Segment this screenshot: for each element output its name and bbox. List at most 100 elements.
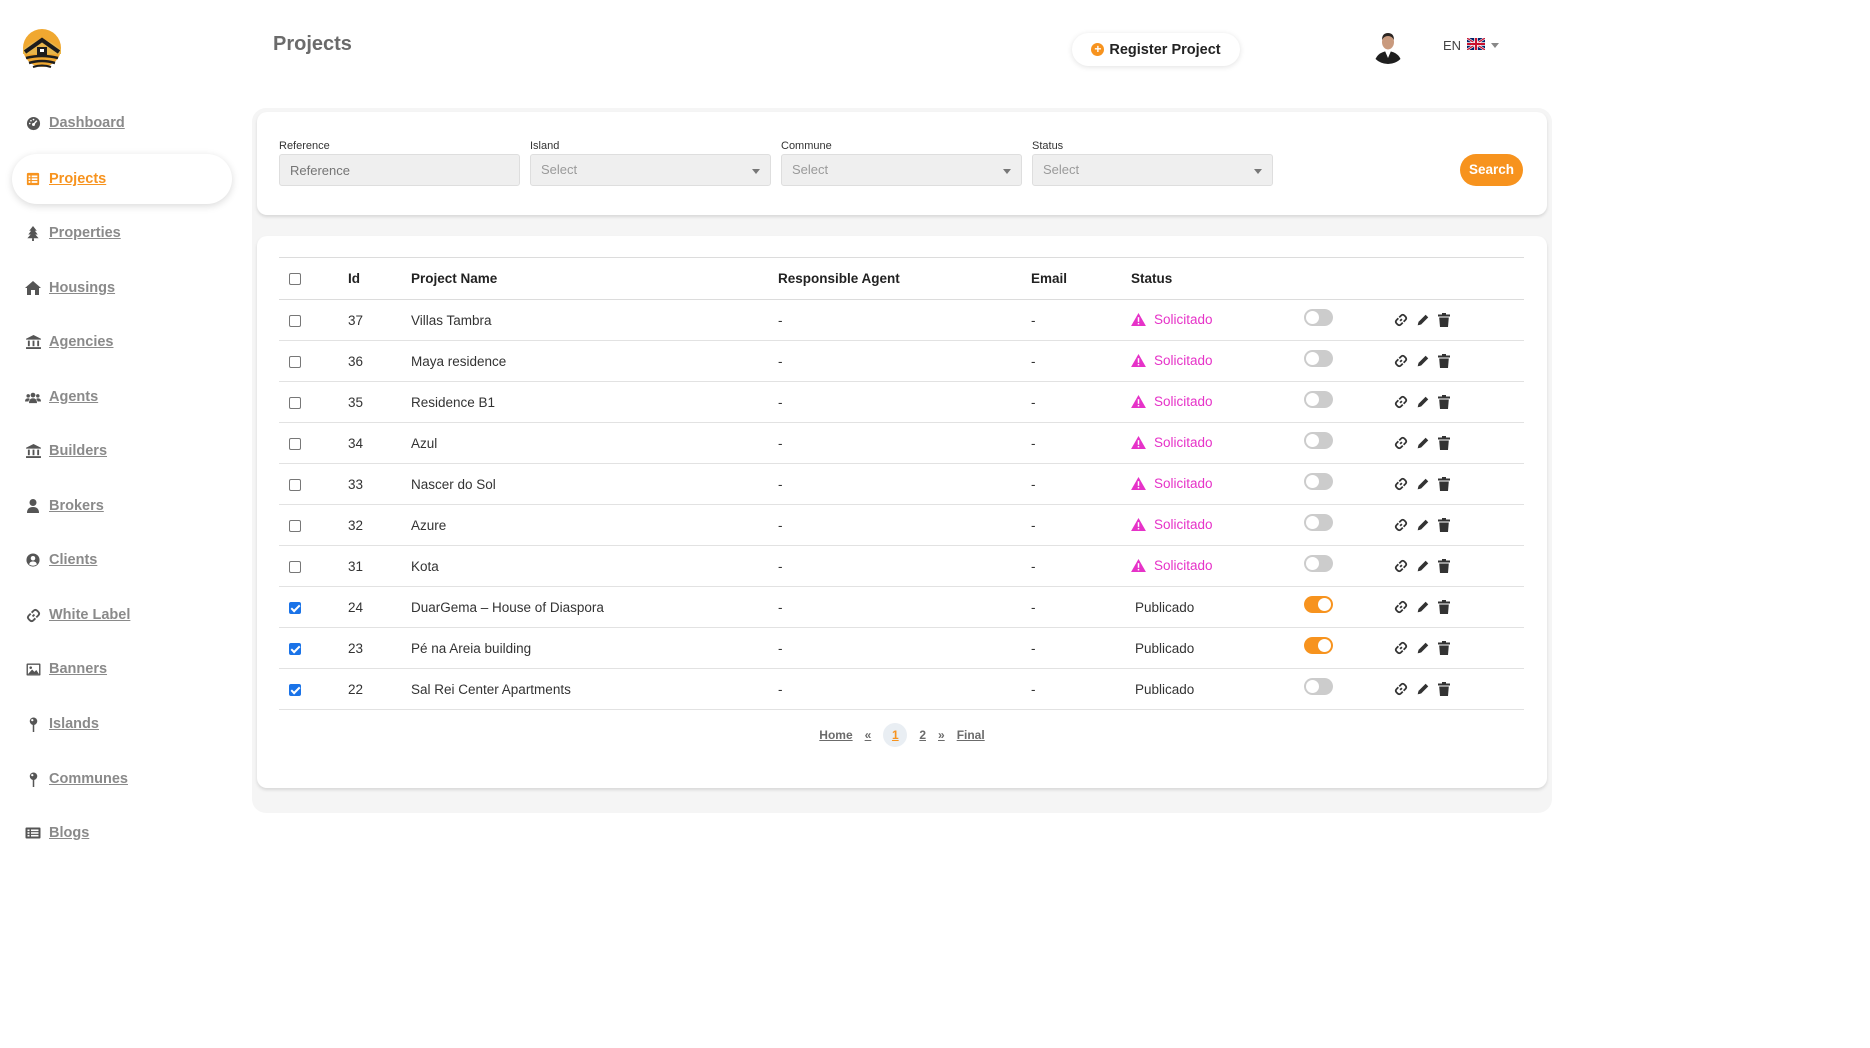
link-icon[interactable] bbox=[1394, 477, 1408, 491]
row-actions bbox=[1394, 313, 1524, 327]
link-icon[interactable] bbox=[1394, 559, 1408, 573]
sidebar-item-label: Banners bbox=[49, 661, 108, 677]
trash-icon[interactable] bbox=[1438, 354, 1450, 368]
select-all-checkbox[interactable] bbox=[289, 273, 301, 286]
pagination-prev[interactable]: « bbox=[865, 728, 872, 742]
sidebar-item-housings[interactable]: Housings bbox=[12, 263, 232, 313]
row-checkbox[interactable] bbox=[289, 437, 301, 450]
pencil-icon[interactable] bbox=[1416, 354, 1430, 368]
sidebar-item-brokers[interactable]: Brokers bbox=[12, 481, 232, 531]
sidebar-item-communes[interactable]: Communes bbox=[12, 754, 232, 804]
trash-icon[interactable] bbox=[1438, 518, 1450, 532]
language-code: EN bbox=[1443, 38, 1462, 53]
sidebar-item-blogs[interactable]: Blogs bbox=[12, 808, 232, 858]
trash-icon[interactable] bbox=[1438, 477, 1450, 491]
link-icon[interactable] bbox=[1394, 518, 1408, 532]
row-checkbox[interactable] bbox=[289, 314, 301, 327]
pagination-next[interactable]: » bbox=[938, 728, 945, 742]
pagination-home[interactable]: Home bbox=[819, 728, 852, 742]
pencil-icon[interactable] bbox=[1416, 518, 1430, 532]
publish-toggle[interactable] bbox=[1304, 514, 1333, 532]
row-checkbox[interactable] bbox=[289, 642, 301, 655]
row-checkbox[interactable] bbox=[289, 355, 301, 368]
pencil-icon[interactable] bbox=[1416, 395, 1430, 409]
pencil-icon[interactable] bbox=[1416, 641, 1430, 655]
link-icon[interactable] bbox=[1394, 641, 1408, 655]
sidebar-item-white-label[interactable]: White Label bbox=[12, 590, 232, 640]
status-select[interactable]: Select bbox=[1032, 154, 1273, 186]
trash-icon[interactable] bbox=[1438, 436, 1450, 450]
row-email: - bbox=[1031, 381, 1131, 423]
publish-toggle[interactable] bbox=[1304, 350, 1333, 368]
commune-select[interactable]: Select bbox=[781, 154, 1022, 186]
publish-toggle[interactable] bbox=[1304, 309, 1333, 327]
language-selector[interactable]: EN bbox=[1443, 37, 1500, 53]
island-select[interactable]: Select bbox=[530, 154, 771, 186]
row-checkbox[interactable] bbox=[289, 478, 301, 491]
pencil-icon[interactable] bbox=[1416, 600, 1430, 614]
publish-toggle[interactable] bbox=[1304, 596, 1333, 614]
trash-icon[interactable] bbox=[1438, 395, 1450, 409]
link-icon[interactable] bbox=[1394, 395, 1408, 409]
sidebar-item-islands[interactable]: Islands bbox=[12, 699, 232, 749]
pagination-final[interactable]: Final bbox=[957, 728, 985, 742]
reference-input[interactable] bbox=[279, 154, 520, 186]
row-actions bbox=[1394, 641, 1524, 655]
link-icon[interactable] bbox=[1394, 313, 1408, 327]
row-id: 22 bbox=[348, 668, 411, 710]
publish-toggle[interactable] bbox=[1304, 473, 1333, 491]
sidebar-item-builders[interactable]: Builders bbox=[12, 426, 232, 476]
sidebar-item-agents[interactable]: Agents bbox=[12, 372, 232, 422]
brand-logo[interactable] bbox=[20, 28, 64, 70]
row-actions bbox=[1394, 559, 1524, 573]
row-status-cell: Publicado bbox=[1131, 627, 1304, 669]
sidebar-item-clients[interactable]: Clients bbox=[12, 535, 232, 585]
row-checkbox[interactable] bbox=[289, 683, 301, 696]
publish-toggle[interactable] bbox=[1304, 432, 1333, 450]
sidebar-item-dashboard[interactable]: Dashboard bbox=[12, 98, 232, 148]
table-row: 32 Azure - - Solicitado bbox=[279, 504, 1524, 546]
sidebar-item-properties[interactable]: Properties bbox=[12, 208, 232, 258]
pencil-icon[interactable] bbox=[1416, 682, 1430, 696]
sidebar-item-projects[interactable]: Projects bbox=[12, 154, 232, 204]
pagination-page-2[interactable]: 2 bbox=[919, 728, 926, 742]
trash-icon[interactable] bbox=[1438, 313, 1450, 327]
pencil-icon[interactable] bbox=[1416, 559, 1430, 573]
sidebar-item-label: Properties bbox=[49, 225, 121, 241]
row-checkbox[interactable] bbox=[289, 519, 301, 532]
row-actions bbox=[1394, 354, 1524, 368]
publish-toggle[interactable] bbox=[1304, 678, 1333, 696]
trash-icon[interactable] bbox=[1438, 641, 1450, 655]
link-icon[interactable] bbox=[1394, 600, 1408, 614]
row-status-cell: Solicitado bbox=[1131, 463, 1304, 505]
warning-icon bbox=[1131, 558, 1150, 572]
trash-icon[interactable] bbox=[1438, 559, 1450, 573]
table-header-row: Id Project Name Responsible Agent Email … bbox=[279, 257, 1524, 300]
pencil-icon[interactable] bbox=[1416, 477, 1430, 491]
link-icon[interactable] bbox=[1394, 354, 1408, 368]
row-checkbox[interactable] bbox=[289, 601, 301, 614]
status-warning: Solicitado bbox=[1131, 435, 1213, 450]
search-button[interactable]: Search bbox=[1460, 154, 1523, 186]
trash-icon[interactable] bbox=[1438, 600, 1450, 614]
pencil-icon[interactable] bbox=[1416, 436, 1430, 450]
pagination-page-1[interactable]: 1 bbox=[883, 723, 908, 747]
publish-toggle[interactable] bbox=[1304, 391, 1333, 409]
user-avatar[interactable] bbox=[1370, 28, 1406, 64]
register-project-button[interactable]: + Register Project bbox=[1072, 33, 1240, 66]
publish-toggle[interactable] bbox=[1304, 637, 1333, 655]
publish-toggle[interactable] bbox=[1304, 555, 1333, 573]
commune-label: Commune bbox=[781, 140, 832, 152]
trash-icon[interactable] bbox=[1438, 682, 1450, 696]
pencil-icon[interactable] bbox=[1416, 313, 1430, 327]
status-text: Publicado bbox=[1135, 640, 1195, 656]
row-checkbox[interactable] bbox=[289, 396, 301, 409]
link-icon[interactable] bbox=[1394, 436, 1408, 450]
sidebar-item-agencies[interactable]: Agencies bbox=[12, 317, 232, 367]
row-project-name: Residence B1 bbox=[411, 381, 778, 423]
sidebar-item-banners[interactable]: Banners bbox=[12, 644, 232, 694]
link-icon[interactable] bbox=[1394, 682, 1408, 696]
row-checkbox[interactable] bbox=[289, 560, 301, 573]
row-status-cell: Solicitado bbox=[1131, 381, 1304, 423]
row-email: - bbox=[1031, 586, 1131, 628]
